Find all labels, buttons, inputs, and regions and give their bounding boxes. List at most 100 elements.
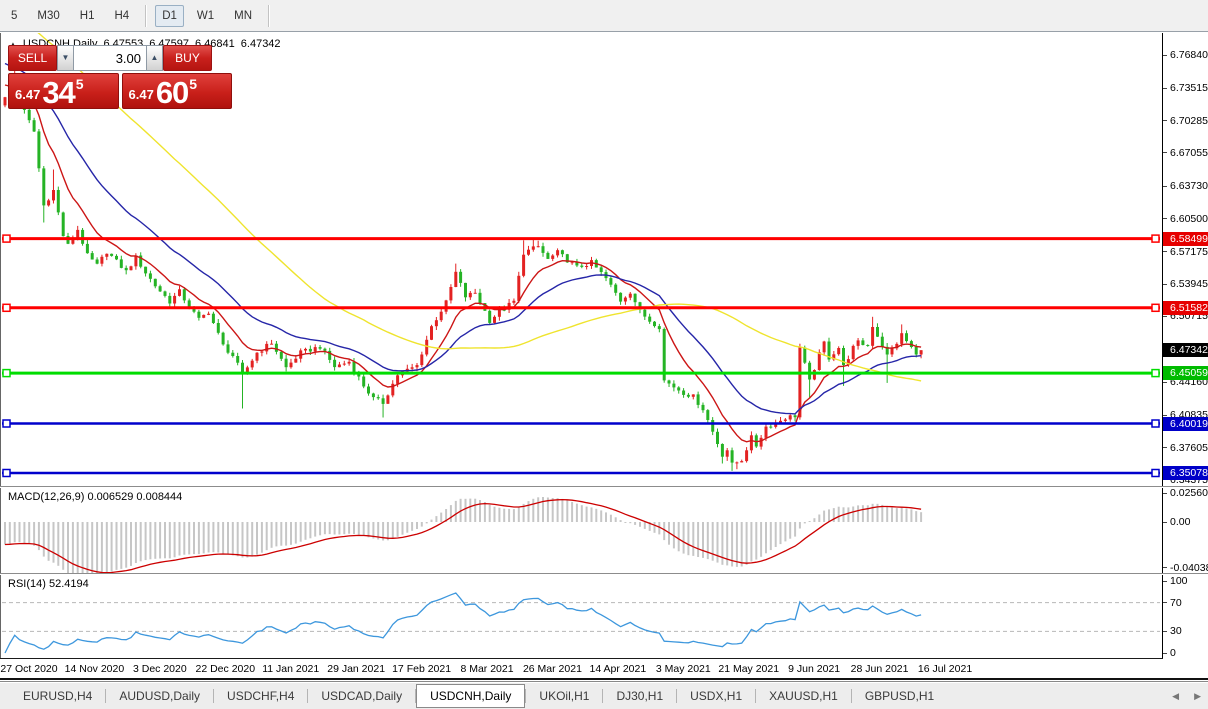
chart-tab-bar: EURUSD,H4 AUDUSD,Daily USDCHF,H4 USDCAD,Dai… <box>0 681 1208 709</box>
date-label: 3 Dec 2020 <box>133 663 187 675</box>
chart-tabs: EURUSD,H4 AUDUSD,Daily USDCHF,H4 USDCAD,Dai… <box>10 683 947 708</box>
sell-price-display[interactable]: 6.47 34 5 <box>8 73 119 109</box>
buy-button[interactable]: BUY <box>163 45 212 71</box>
sell-price-point: 5 <box>75 76 84 92</box>
time-axis-border <box>0 658 1163 659</box>
chart-tab-audusd-daily[interactable]: AUDUSD,Daily <box>106 685 213 707</box>
timeframe-button-h1[interactable]: H1 <box>73 5 102 27</box>
timeframe-toolbar: 5 M30 H1 H4 D1 W1 MN <box>0 0 1208 32</box>
chart-tab-ukoil-h1[interactable]: UKOil,H1 <box>526 685 602 707</box>
axis-tick: 6.53945 <box>1163 278 1208 290</box>
level-handle <box>2 234 11 243</box>
axis-tick: 6.60500 <box>1163 213 1208 225</box>
chart-tab-usdchf-h4[interactable]: USDCHF,H4 <box>214 685 307 707</box>
date-label: 14 Nov 2020 <box>64 663 125 675</box>
date-label: 14 Apr 2021 <box>589 663 647 675</box>
time-axis[interactable]: 27 Oct 2020 14 Nov 2020 3 Dec 2020 22 Dec 2… <box>0 659 1163 679</box>
chart-tab-gbpusd-h1[interactable]: GBPUSD,H1 <box>852 685 947 707</box>
timeframe-button-w1[interactable]: W1 <box>190 5 221 27</box>
level-price-badge: 6.51582 <box>1163 300 1208 315</box>
axis-tick: 0.00 <box>1163 516 1208 528</box>
chart-left-border <box>0 33 1 659</box>
date-label: 27 Oct 2020 <box>0 663 58 675</box>
axis-tick: 6.67055 <box>1163 147 1208 159</box>
chart-tab-xauusd-h1[interactable]: XAUUSD,H1 <box>756 685 851 707</box>
toolbar-separator <box>268 4 270 27</box>
rsi-pane-splitter[interactable] <box>0 573 1208 574</box>
rsi-label: RSI(14) 52.4194 <box>8 578 89 590</box>
horizontal-level-lines <box>2 234 1160 478</box>
price-axis[interactable]: 6.76840 6.73515 6.70285 6.67055 6.63730 6.605… <box>1163 33 1208 659</box>
level-handle <box>1151 234 1160 243</box>
chart-tab-usdcnh-daily[interactable]: USDCNH,Daily <box>416 683 526 708</box>
chart-tab-eurusd-h4[interactable]: EURUSD,H4 <box>10 685 105 707</box>
axis-tick: 0.025609 <box>1163 487 1208 499</box>
tab-scroll-right-icon[interactable]: ▶ <box>1194 691 1201 702</box>
axis-tick: 6.37605 <box>1163 442 1208 454</box>
date-label: 29 Jan 2021 <box>327 663 386 675</box>
chart-tab-usdx-h1[interactable]: USDX,H1 <box>677 685 755 707</box>
level-handle <box>2 468 11 478</box>
buy-price-point: 5 <box>189 76 198 92</box>
axis-tick: 6.63730 <box>1163 180 1208 192</box>
tab-scroll-arrows: ◀ ▶ <box>1172 691 1201 702</box>
buy-price-display[interactable]: 6.47 60 5 <box>121 73 232 110</box>
date-label: 9 Jun 2021 <box>788 663 841 675</box>
date-label: 8 Mar 2021 <box>460 663 514 675</box>
date-label: 11 Jan 2021 <box>262 663 320 675</box>
date-label: 28 Jun 2021 <box>850 663 909 675</box>
axis-tick: 6.70285 <box>1163 115 1208 127</box>
chart-tab-usdcad-daily[interactable]: USDCAD,Daily <box>308 685 415 707</box>
axis-tick: 6.73515 <box>1163 82 1208 94</box>
one-click-trading-panel: SELL ▼ ▲ BUY 6.47 34 5 6.47 60 5 <box>8 45 232 109</box>
triangle-down-icon: ▼ <box>61 53 70 62</box>
level-price-badge: 6.58499 <box>1163 231 1208 246</box>
axis-tick: 100 <box>1163 575 1208 587</box>
buy-price-base: 6.47 <box>128 87 154 102</box>
macd-signal-line <box>4 498 922 574</box>
macd-pane-splitter[interactable] <box>0 486 1208 487</box>
sell-price-base: 6.47 <box>15 87 41 102</box>
rsi-line <box>4 592 922 654</box>
date-label: 26 Mar 2021 <box>522 663 582 675</box>
date-label: 22 Dec 2020 <box>195 663 256 675</box>
level-price-badge: 6.40019 <box>1163 416 1208 431</box>
level-handle <box>1151 468 1160 478</box>
level-handle <box>1151 303 1160 313</box>
volume-decrease-button[interactable]: ▼ <box>57 45 74 71</box>
timeframe-button-m30[interactable]: M30 <box>30 5 66 27</box>
current-price-badge: 6.47342 <box>1163 343 1208 358</box>
date-label: 3 May 2021 <box>655 663 711 675</box>
macd-label: MACD(12,26,9) 0.006529 0.008444 <box>8 491 183 503</box>
sell-price-pips: 34 <box>42 74 75 110</box>
tab-scroll-left-icon[interactable]: ◀ <box>1172 691 1179 702</box>
date-label: 21 May 2021 <box>718 663 780 675</box>
axis-tick: 70 <box>1163 597 1208 609</box>
axis-tick: 6.57175 <box>1163 246 1208 258</box>
axis-tick: 0 <box>1163 647 1208 659</box>
level-price-badge: 6.45059 <box>1163 366 1208 381</box>
timeframe-button-5[interactable]: 5 <box>4 5 24 27</box>
timeframe-button-d1[interactable]: D1 <box>155 4 184 27</box>
trading-terminal: 5 M30 H1 H4 D1 W1 MN ▲ USDCNH,Daily 6.47553 6.… <box>0 0 1208 709</box>
buy-price-pips: 60 <box>155 74 189 110</box>
level-price-badge: 6.35078 <box>1163 465 1208 480</box>
chart-window: ▲ USDCNH,Daily 6.47553 6.47597 6.46841 6… <box>0 33 1208 681</box>
level-handle <box>2 368 11 378</box>
axis-tick: 6.76840 <box>1163 49 1208 61</box>
level-handle <box>2 303 11 313</box>
level-handle <box>1151 419 1160 428</box>
date-label: 16 Jul 2021 <box>917 663 973 675</box>
chart-tab-dj30-h1[interactable]: DJ30,H1 <box>603 685 676 707</box>
level-handle <box>2 419 11 428</box>
level-handle <box>1151 368 1160 378</box>
timeframe-button-h4[interactable]: H4 <box>107 5 136 27</box>
axis-tick: 30 <box>1163 625 1208 637</box>
rsi-pane[interactable] <box>0 574 1163 658</box>
volume-input[interactable] <box>74 45 146 71</box>
date-label: 17 Feb 2021 <box>392 663 452 675</box>
volume-increase-button[interactable]: ▲ <box>146 45 163 71</box>
chart-bottom-border <box>0 678 1208 680</box>
sell-button[interactable]: SELL <box>8 45 57 71</box>
timeframe-button-mn[interactable]: MN <box>227 5 259 27</box>
